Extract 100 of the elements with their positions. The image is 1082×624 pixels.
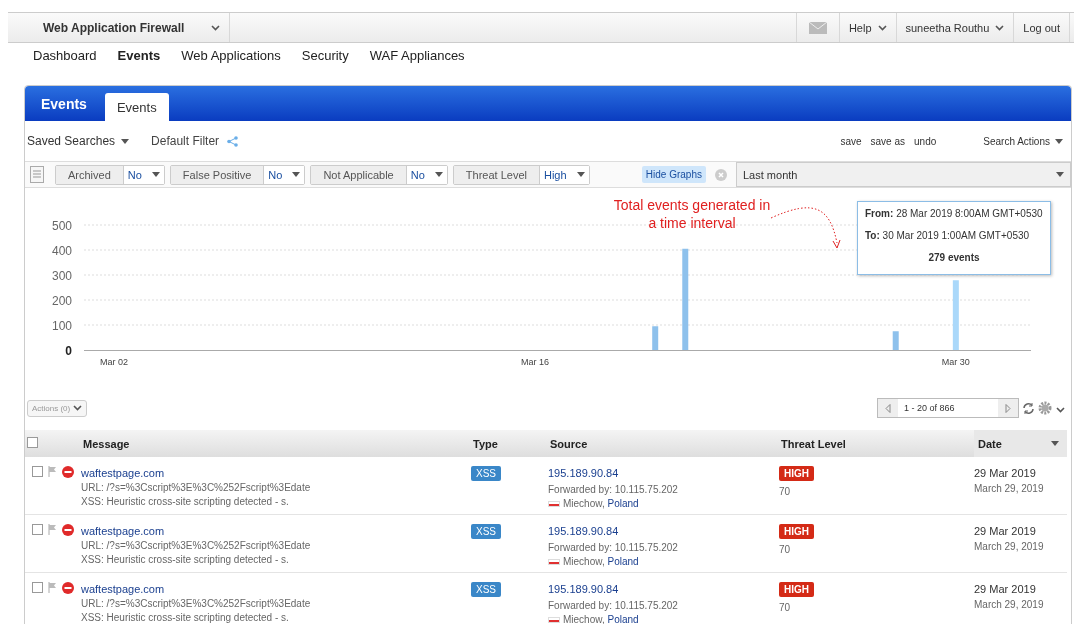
detail-text: XSS: Heuristic cross-site scripting detected - s. <box>81 553 290 567</box>
type-tag: XSS <box>471 582 501 597</box>
next-icon[interactable] <box>1005 403 1011 413</box>
column-header[interactable]: Type <box>471 437 548 450</box>
chart-tooltip: From: 28 Mar 2019 8:00AM GMT+0530 To: 30 Mar 2019 1:00AM GMT+0530 279 events <box>857 201 1051 275</box>
column-header[interactable]: Date <box>974 430 1067 457</box>
y-axis-label: 200 <box>51 294 72 308</box>
search-link[interactable]: save as <box>870 135 906 147</box>
filter-dropdown[interactable]: Threat Level High <box>452 164 590 185</box>
flag-icon[interactable] <box>48 524 57 535</box>
refresh-icon[interactable] <box>1022 401 1035 415</box>
row-checkbox[interactable] <box>32 524 43 535</box>
message-link[interactable]: waftestpage.com <box>81 467 165 479</box>
flag-icon[interactable] <box>48 582 57 593</box>
panel-title: Events <box>41 95 87 112</box>
caret-icon <box>1051 441 1059 446</box>
ip-link[interactable]: 195.189.90.84 <box>548 583 619 595</box>
chevron-down-icon <box>1056 407 1065 413</box>
block-icon <box>62 524 74 536</box>
y-axis-label: 500 <box>51 219 72 233</box>
tab[interactable]: Events <box>104 93 169 121</box>
date-text: 29 Mar 2019 <box>974 582 1037 596</box>
ip-link[interactable]: 195.189.90.84 <box>548 467 619 479</box>
ip-link[interactable]: 195.189.90.84 <box>548 525 619 537</box>
chevron-down-icon <box>995 24 1005 31</box>
flag-drawing <box>548 617 560 624</box>
date-text: 29 Mar 2019 <box>974 524 1037 538</box>
threat-tag: HIGH <box>779 524 814 539</box>
flag-drawing <box>548 559 560 566</box>
column-header[interactable]: Threat Level <box>779 437 974 450</box>
x-axis-label: Mar 30 <box>941 357 970 367</box>
country-link[interactable]: Poland <box>607 614 639 624</box>
score-text: 70 <box>779 601 792 615</box>
previous-icon[interactable] <box>885 403 891 413</box>
chevron-down-icon <box>877 24 887 31</box>
y-axis-label: 300 <box>51 269 72 283</box>
mail-icon[interactable] <box>808 21 827 34</box>
select-all-checkbox[interactable] <box>27 437 38 448</box>
filter-dropdown[interactable]: Archived No <box>55 164 165 185</box>
clear-icon[interactable] <box>715 168 727 181</box>
app-menu[interactable]: Web Application Firewall <box>34 13 230 42</box>
filter-name: Default Filter <box>151 134 220 148</box>
help-menu[interactable]: Help <box>838 13 896 42</box>
nav-link[interactable]: Dashboard <box>33 48 97 79</box>
chart-bar[interactable] <box>952 280 959 350</box>
chart-bar[interactable] <box>652 326 659 350</box>
y-axis-label: 400 <box>51 244 72 258</box>
column-header[interactable]: Message <box>81 437 471 450</box>
chevron-down-icon <box>211 24 220 31</box>
leader-line <box>770 207 841 249</box>
nav-link[interactable]: WAF Appliances <box>369 48 465 79</box>
forwarded-text: Forwarded by: 10.115.75.202 <box>548 483 679 497</box>
caret-icon <box>1055 138 1063 144</box>
list-icon[interactable] <box>30 166 44 183</box>
share-icon[interactable] <box>227 135 239 147</box>
flag-drawing <box>548 501 560 508</box>
block-icon <box>62 582 74 594</box>
date-long-text: March 29, 2019 <box>974 482 1045 496</box>
annotation-text: Total events generated in a time interval <box>612 196 772 232</box>
message-link[interactable]: waftestpage.com <box>81 583 165 595</box>
score-text: 70 <box>779 485 792 499</box>
filter-dropdown[interactable]: False Positive No <box>169 164 306 185</box>
hide-graphs-button[interactable]: Hide Graphs <box>641 166 706 183</box>
row-checkbox[interactable] <box>32 466 43 477</box>
search-actions-menu[interactable]: Search Actions <box>983 135 1063 147</box>
pagination[interactable]: 1 - 20 of 866 <box>877 398 1019 418</box>
caret-icon <box>434 172 443 177</box>
y-axis-label: 100 <box>51 319 72 333</box>
column-header[interactable]: Source <box>548 437 779 450</box>
detail-text: XSS: Heuristic cross-site scripting detected - s. <box>81 495 290 509</box>
time-range-dropdown[interactable]: Last month <box>736 162 1071 187</box>
nav-link[interactable]: Web Applications <box>181 48 281 79</box>
nav-link[interactable]: Events <box>117 48 161 79</box>
caret-icon <box>121 138 130 144</box>
city-text: Miechow, <box>563 498 605 509</box>
saved-searches-menu[interactable]: Saved Searches <box>27 134 130 148</box>
detail-text: XSS: Heuristic cross-site scripting detected - s. <box>81 611 290 624</box>
country-link[interactable]: Poland <box>607 556 639 567</box>
row-checkbox[interactable] <box>32 582 43 593</box>
user-menu[interactable]: suneetha Routhu <box>895 13 1014 42</box>
nav-link[interactable]: Security <box>301 48 349 79</box>
x-axis-label: Mar 02 <box>100 357 129 367</box>
date-long-text: March 29, 2019 <box>974 540 1045 554</box>
x-axis-label: Mar 16 <box>520 357 549 367</box>
date-text: 29 Mar 2019 <box>974 466 1037 480</box>
filter-dropdown[interactable]: Not Applicable No <box>310 164 448 185</box>
date-long-text: March 29, 2019 <box>974 598 1045 612</box>
flag-icon[interactable] <box>48 466 57 477</box>
chart-bar[interactable] <box>892 331 899 350</box>
city-text: Miechow, <box>563 614 605 624</box>
search-link[interactable]: save <box>840 135 862 147</box>
country-link[interactable]: Poland <box>607 498 639 509</box>
caret-icon <box>292 172 301 177</box>
logout-link[interactable]: Log out <box>1013 13 1070 42</box>
settings-icon[interactable] <box>1038 401 1052 415</box>
caret-icon <box>1056 172 1064 177</box>
chart-bar[interactable] <box>682 248 689 350</box>
message-link[interactable]: waftestpage.com <box>81 525 165 537</box>
threat-tag: HIGH <box>779 466 814 481</box>
search-link[interactable]: undo <box>914 135 937 147</box>
